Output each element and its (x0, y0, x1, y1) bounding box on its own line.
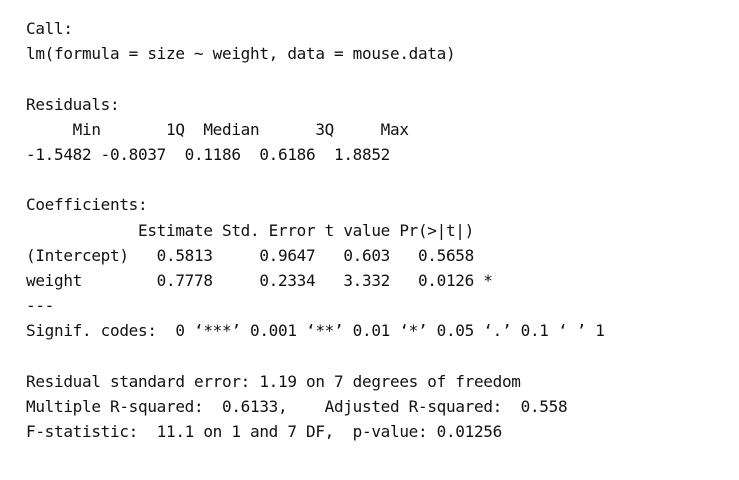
coefficients-columns: Estimate Std. Error t value Pr(>|t|) (26, 220, 474, 240)
r-console-output: Call: lm(formula = size ~ weight, data =… (26, 16, 726, 444)
call-header: Call: (26, 19, 73, 38)
residual-standard-error: Residual standard error: 1.19 on 7 degre… (26, 371, 521, 391)
residuals-header: Residuals: (26, 94, 120, 114)
r-squared-line: Multiple R-squared: 0.6133, Adjusted R-s… (26, 396, 568, 416)
signif-codes: Signif. codes: 0 ‘***’ 0.001 ‘**’ 0.01 ‘… (26, 321, 605, 341)
f-statistic-line: F-statistic: 11.1 on 1 and 7 DF, p-value… (26, 422, 502, 441)
coefficients-row-weight: weight 0.7778 0.2334 3.332 0.0126 * (26, 270, 493, 290)
signif-separator: --- (26, 296, 54, 316)
call-formula: lm(formula = size ~ weight, data = mouse… (26, 44, 456, 64)
coefficients-header: Coefficients: (26, 195, 148, 215)
residuals-labels: Min 1Q Median 3Q Max (26, 119, 409, 139)
residuals-values: -1.5482 -0.8037 0.1186 0.6186 1.8852 (26, 144, 390, 164)
coefficients-row-intercept: (Intercept) 0.5813 0.9647 0.603 0.5658 (26, 245, 474, 265)
